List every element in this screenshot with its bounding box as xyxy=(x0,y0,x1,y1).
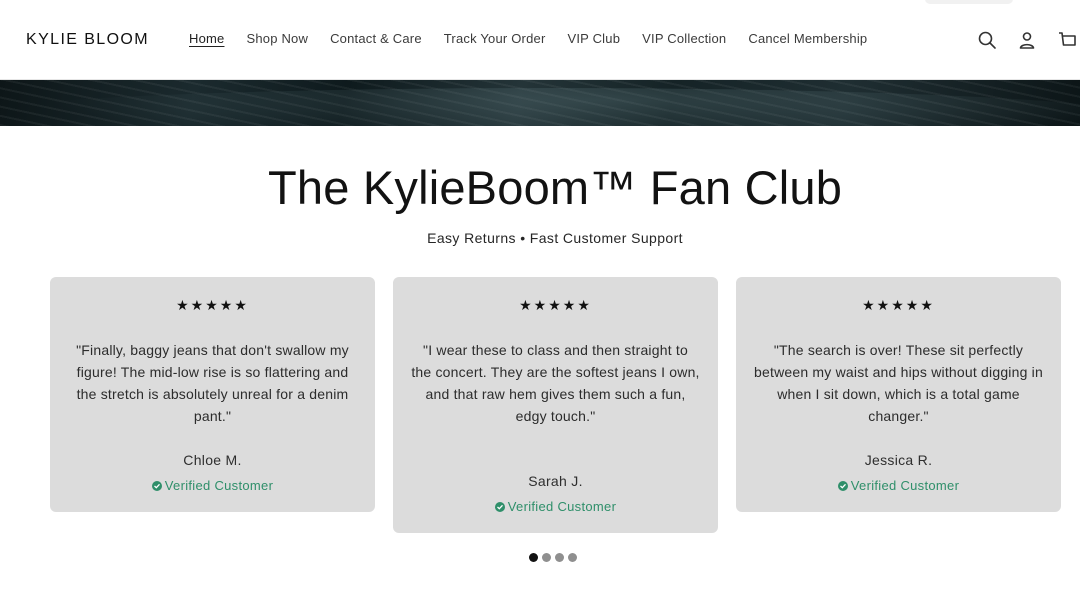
carousel-dot[interactable] xyxy=(529,553,538,562)
nav-home[interactable]: Home xyxy=(189,31,224,46)
star-rating: ★★★★★ xyxy=(519,297,592,313)
section-subtitle: Easy Returns • Fast Customer Support xyxy=(427,230,683,246)
reviewer-name: Jessica R. xyxy=(864,452,933,468)
account-icon[interactable] xyxy=(1015,28,1039,52)
hero-banner-image xyxy=(0,80,1080,126)
nav-track-order[interactable]: Track Your Order xyxy=(444,31,546,46)
carousel-dot[interactable] xyxy=(568,553,577,562)
header-top-pill xyxy=(925,0,1013,4)
verified-badge: Verified Customer xyxy=(393,499,718,514)
nav-shop-now[interactable]: Shop Now xyxy=(246,31,308,46)
nav-cancel-membership[interactable]: Cancel Membership xyxy=(748,31,867,46)
carousel-pagination xyxy=(529,553,577,562)
site-logo[interactable]: KYLIE BLOOM xyxy=(26,31,149,49)
review-card: ★★★★★ "The search is over! These sit per… xyxy=(736,277,1061,512)
nav-contact-care[interactable]: Contact & Care xyxy=(330,31,422,46)
star-rating: ★★★★★ xyxy=(862,297,935,313)
cart-icon[interactable] xyxy=(1055,28,1079,52)
star-rating: ★★★★★ xyxy=(176,297,249,313)
review-quote: "I wear these to class and then straight… xyxy=(411,342,700,424)
nav-vip-collection[interactable]: VIP Collection xyxy=(642,31,726,46)
reviewer-name: Chloe M. xyxy=(183,452,242,468)
main-nav: Home Shop Now Contact & Care Track Your … xyxy=(189,31,867,46)
search-icon[interactable] xyxy=(975,28,999,52)
review-quote: "Finally, baggy jeans that don't swallow… xyxy=(76,342,349,424)
nav-vip-club[interactable]: VIP Club xyxy=(567,31,620,46)
reviewer-name: Sarah J. xyxy=(528,473,583,489)
verified-label: Verified Customer xyxy=(507,499,617,514)
verified-label: Verified Customer xyxy=(164,478,274,493)
check-circle-icon xyxy=(494,501,505,512)
verified-label: Verified Customer xyxy=(850,478,960,493)
check-circle-icon xyxy=(151,480,162,491)
carousel-dot[interactable] xyxy=(542,553,551,562)
section-title: The KylieBoom™ Fan Club xyxy=(267,161,843,214)
review-quote: "The search is over! These sit perfectly… xyxy=(754,342,1043,424)
carousel-dot[interactable] xyxy=(555,553,564,562)
verified-badge: Verified Customer xyxy=(736,478,1061,493)
review-card: ★★★★★ "Finally, baggy jeans that don't s… xyxy=(50,277,375,512)
review-card: ★★★★★ "I wear these to class and then st… xyxy=(393,277,718,533)
verified-badge: Verified Customer xyxy=(50,478,375,493)
header-icons xyxy=(975,28,1079,52)
check-circle-icon xyxy=(837,480,848,491)
site-header: KYLIE BLOOM Home Shop Now Contact & Care… xyxy=(0,0,1080,80)
